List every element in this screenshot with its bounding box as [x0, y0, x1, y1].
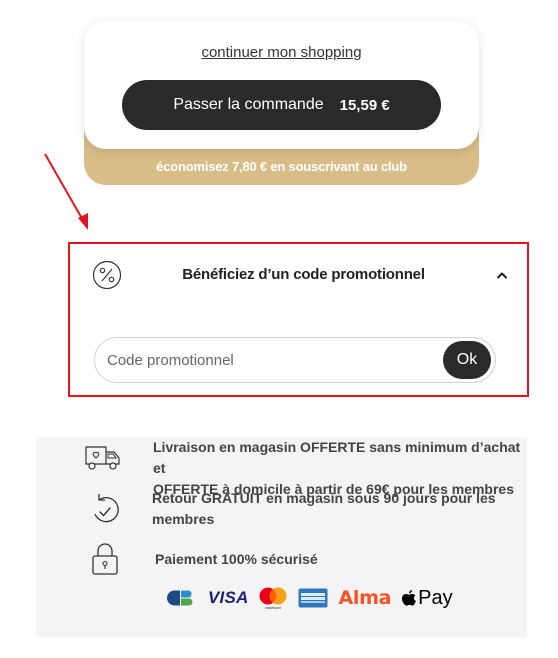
reassurance-panel: Livraison en magasin OFFERTE sans minimu…: [36, 437, 527, 637]
payment-methods: VISA mastercard Alma Pay: [164, 585, 453, 611]
promo-code-field: Ok: [94, 337, 496, 383]
promo-code-section: Bénéficiez d’un code promotionnel Ok: [68, 242, 529, 397]
return-icon: [94, 494, 119, 523]
apple-icon: [402, 589, 417, 606]
apple-pay-logo: Pay: [401, 586, 453, 610]
visa-logo: VISA: [208, 588, 249, 607]
cb-card-icon: [167, 590, 193, 606]
checkout-button[interactable]: Passer la commande 15,59 €: [122, 80, 441, 130]
cart-summary-card: continuer mon shopping Passer la command…: [84, 21, 479, 149]
reassurance-payment-text: Paiement 100% sécurisé: [155, 551, 318, 567]
annotation-arrow-icon: [44, 153, 88, 230]
reassurance-returns-text: Retour GRATUIT en magasin sous 90 jours …: [152, 490, 496, 527]
alma-logo: Alma: [338, 587, 392, 609]
svg-text:mastercard: mastercard: [266, 606, 282, 610]
chevron-up-icon[interactable]: [495, 268, 509, 282]
continue-shopping-link[interactable]: continuer mon shopping: [84, 44, 479, 61]
checkout-price: 15,59 €: [339, 96, 390, 114]
promo-title: Bénéficiez d’un code promotionnel: [182, 266, 425, 283]
mastercard-logo-icon: mastercard: [259, 587, 287, 610]
padlock-icon: [92, 543, 118, 575]
club-offer-text: économisez 7,80 € en souscrivant au club: [156, 159, 407, 174]
apple-pay-text: Pay: [418, 586, 453, 609]
checkout-label: Passer la commande: [173, 96, 324, 113]
promo-code-input[interactable]: [107, 338, 427, 382]
amex-card-icon: [298, 588, 328, 608]
delivery-truck-icon: [85, 446, 120, 470]
promo-ok-button[interactable]: Ok: [443, 341, 491, 379]
